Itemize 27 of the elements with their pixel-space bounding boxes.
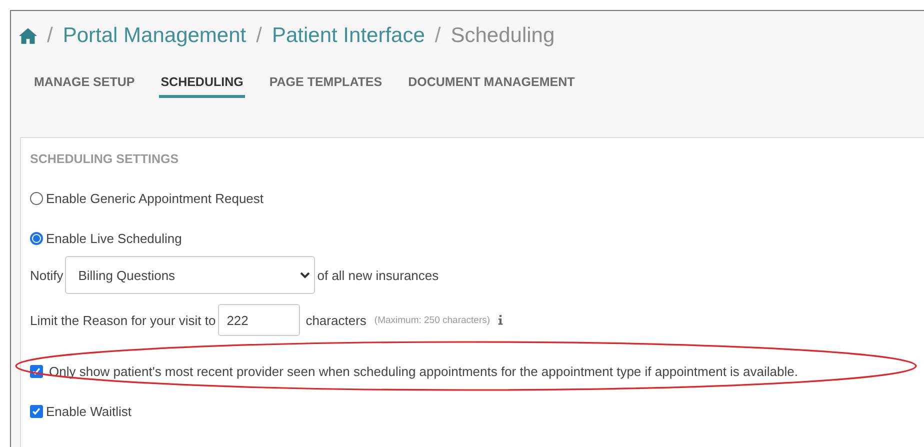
limit-label: Limit the Reason for your visit to [30, 312, 216, 328]
radio-button[interactable] [30, 232, 43, 245]
section-title: SCHEDULING SETTINGS [30, 152, 180, 166]
home-icon[interactable] [19, 28, 37, 44]
breadcrumb-separator: / [47, 24, 53, 48]
checkbox[interactable] [30, 405, 43, 418]
breadcrumb-current: Scheduling [450, 24, 555, 48]
chevron-down-icon [300, 272, 310, 278]
input-field[interactable]: 222 [218, 304, 300, 336]
breadcrumb-link[interactable]: Patient Interface [272, 24, 425, 48]
hint-text: (Maximum: 250 characters) [374, 314, 490, 326]
tab[interactable]: MANAGE SETUP [32, 71, 137, 98]
notify-label: Notify [30, 268, 64, 282]
info-icon[interactable] [498, 315, 504, 325]
checkbox-label: Enable Waitlist [46, 404, 132, 419]
select-field[interactable]: Billing Questions [65, 256, 316, 294]
tab[interactable]: DOCUMENT MANAGEMENT [406, 71, 577, 98]
radio-button[interactable] [30, 192, 43, 205]
tab[interactable]: SCHEDULING [158, 71, 246, 98]
breadcrumb-link[interactable]: Portal Management [62, 24, 246, 48]
notify-suffix: of all new insurances [317, 268, 439, 282]
tab[interactable]: PAGE TEMPLATES [267, 71, 384, 98]
breadcrumb-separator: / [434, 24, 441, 48]
radio-label: Enable Live Scheduling [46, 231, 182, 246]
limit-suffix: characters [306, 312, 366, 328]
breadcrumb-separator: / [256, 24, 262, 48]
radio-label: Enable Generic Appointment Request [46, 191, 264, 206]
